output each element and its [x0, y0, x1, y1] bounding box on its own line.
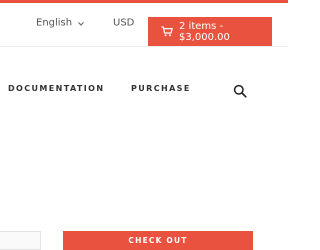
nav-item-documentation[interactable]: DOCUMENTATION: [8, 84, 104, 98]
cart-icon: [161, 26, 173, 37]
currency-selector[interactable]: USD: [113, 18, 134, 29]
cart-button[interactable]: 2 items - $3,000.00: [148, 17, 272, 46]
top-bar: English USD 2 items - $3,000.00: [0, 0, 288, 46]
language-selector[interactable]: English: [36, 18, 85, 29]
secondary-button[interactable]: [0, 231, 41, 250]
chevron-down-icon: [78, 21, 84, 26]
top-accent-line: [0, 0, 288, 3]
nav-item-purchase[interactable]: PURCHASE: [131, 84, 191, 98]
language-label: English: [36, 17, 73, 29]
topbar-divider: [0, 46, 288, 47]
checkout-button[interactable]: CHECK OUT: [63, 231, 253, 250]
search-icon[interactable]: [233, 84, 247, 98]
cart-summary: 2 items - $3,000.00: [179, 20, 230, 43]
